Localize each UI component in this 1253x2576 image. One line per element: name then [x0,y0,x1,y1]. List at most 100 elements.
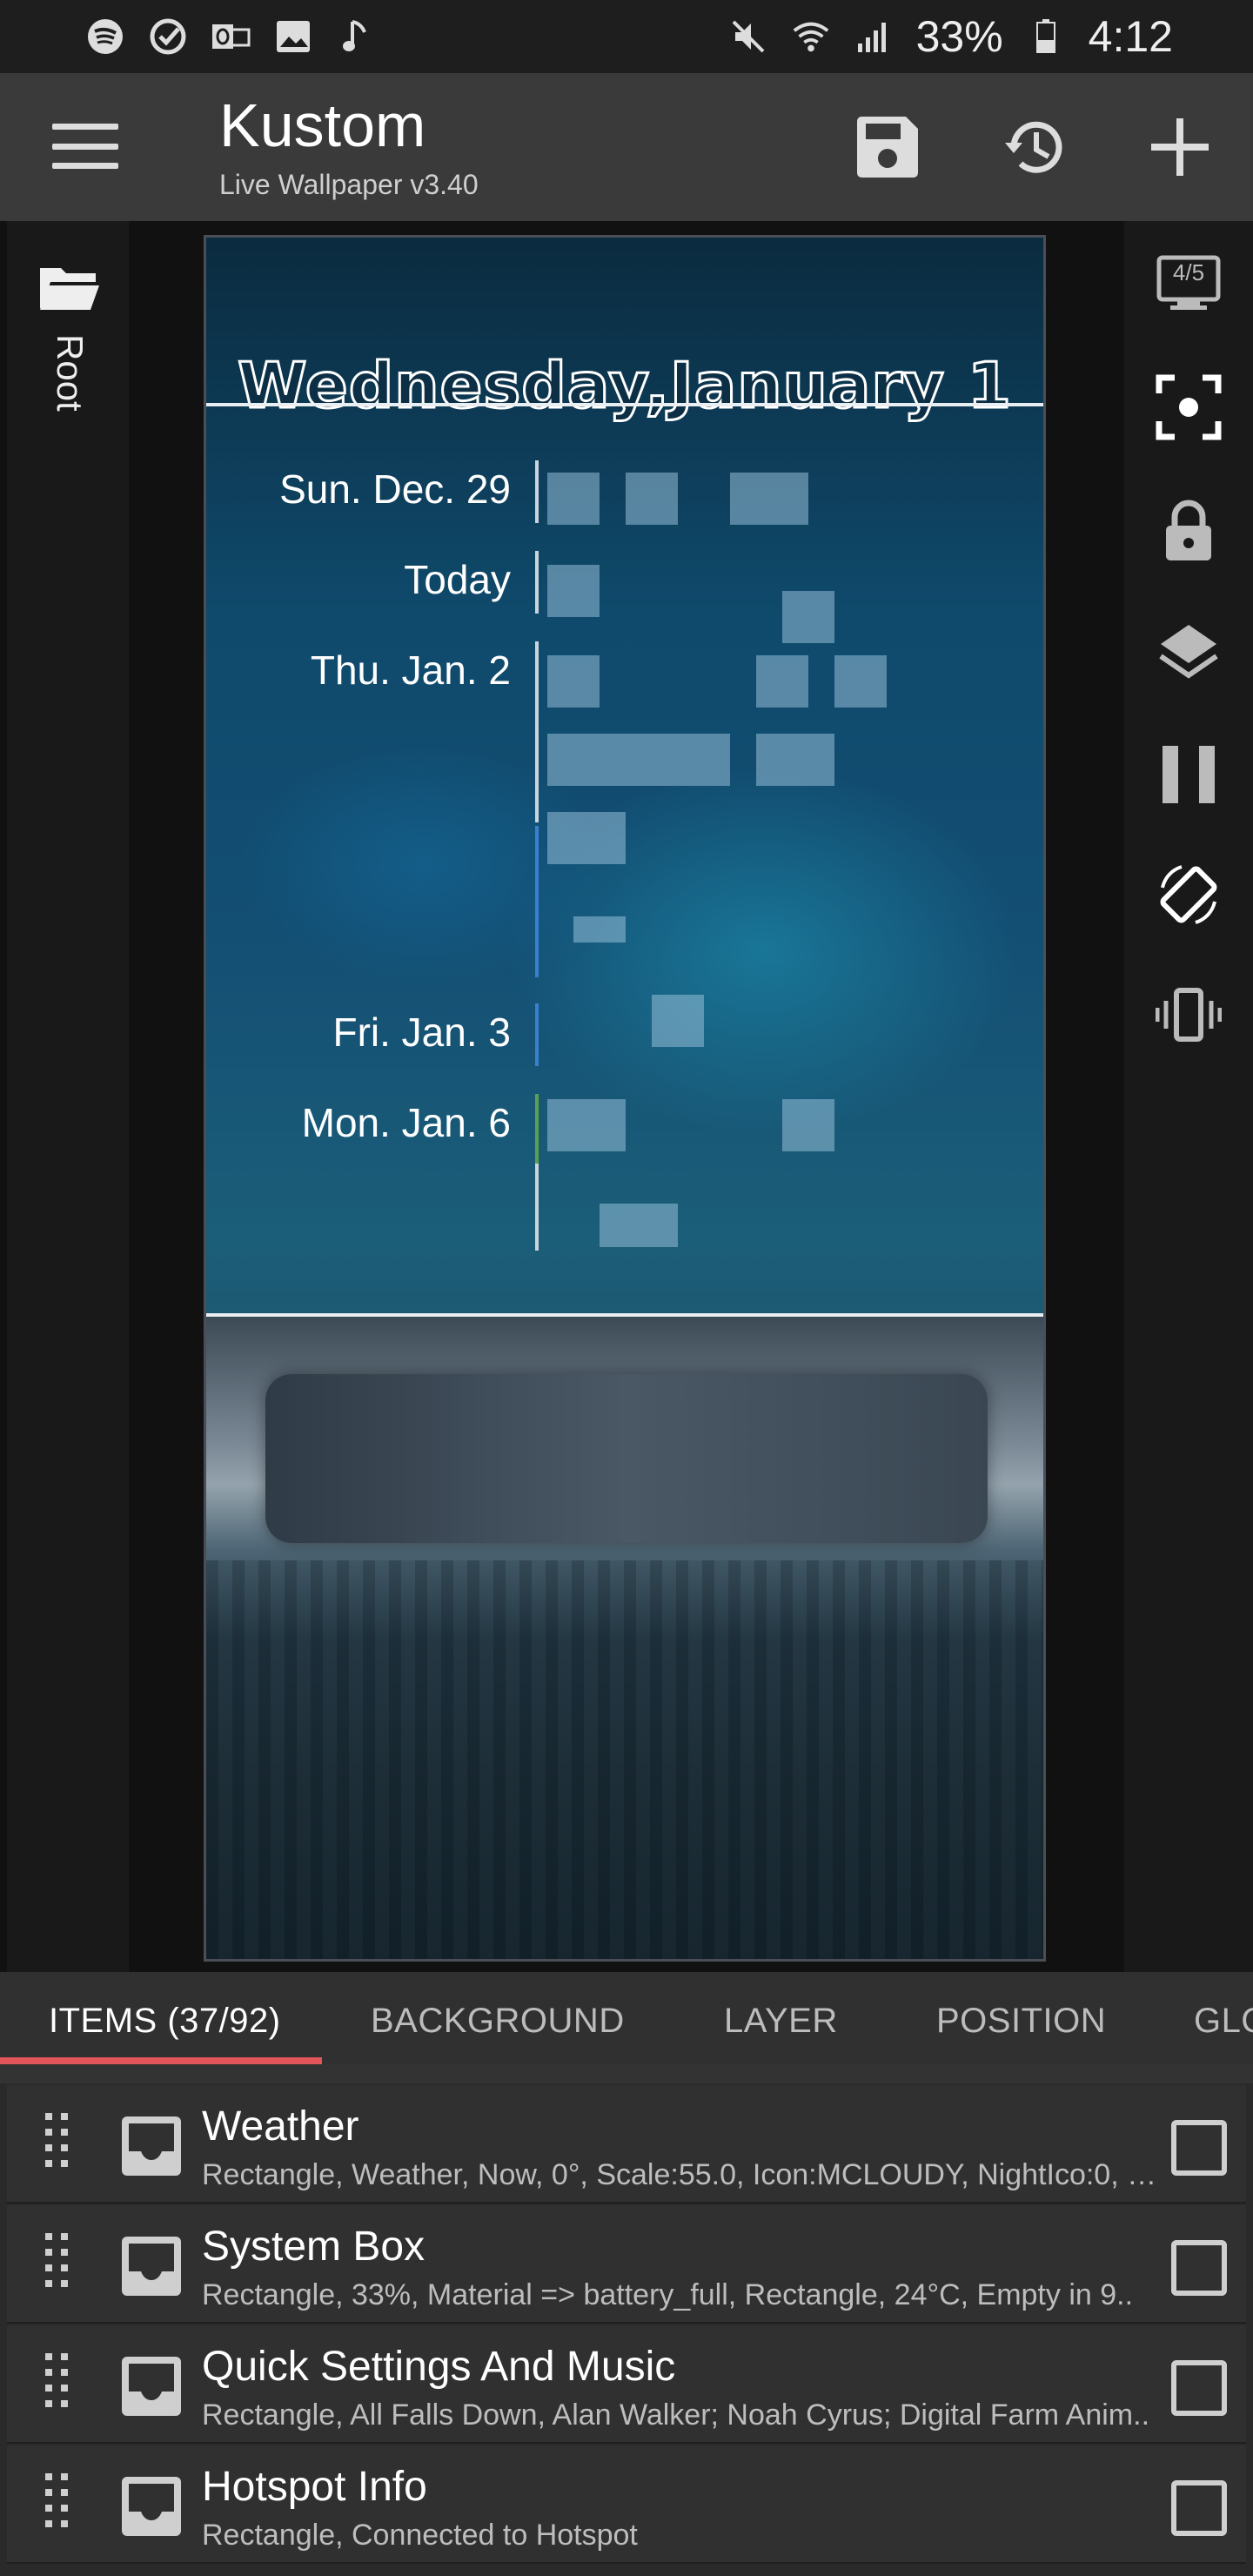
calendar-day-label: Fri. Jan. 3 [332,1010,511,1055]
event-bar [535,641,539,822]
focus-button[interactable] [1154,372,1223,442]
drag-handle-icon[interactable] [42,2472,77,2538]
item-title: System Box [202,2224,425,2270]
event-bar [535,1094,539,1164]
menu-bar [52,124,118,130]
redacted-event-text [547,734,730,786]
redacted-event-text [756,734,834,786]
app-root: 33% 4:12 Kustom Live Wallpaper v3.40 Roo… [0,0,1253,2576]
drag-handle-icon[interactable] [42,2231,77,2298]
menu-bar [52,143,118,150]
drag-handle-icon[interactable] [42,2111,77,2177]
overlap-group-icon [122,2116,181,2176]
event-bar [535,551,539,614]
item-checkbox[interactable] [1171,2240,1227,2296]
redacted-event-text [547,473,600,525]
app-title: Kustom [219,91,426,159]
list-item[interactable]: Quick Settings And Music Rectangle, All … [7,2325,1246,2444]
wallpaper-preview[interactable]: Wednesday,January 1 Sun. Dec. 29 Today T… [204,235,1046,1962]
list-scroll-edge [0,2064,1253,2083]
redacted-event-text [756,655,808,708]
menu-button[interactable] [52,120,118,172]
redacted-event-text [547,1099,626,1151]
lock-button[interactable] [1154,496,1223,566]
tab-globals[interactable]: GLOBALS [1194,2002,1253,2041]
list-item[interactable]: Hotspot Info Rectangle, Connected to Hot… [7,2445,1246,2564]
check-circle-icon [148,17,188,57]
wifi-icon [791,17,831,57]
date-heading: Wednesday,January 1 [237,348,1013,424]
spotify-icon [85,17,125,57]
event-bar [535,1003,539,1066]
menu-bar [52,163,118,169]
screen-indicator-button[interactable]: 4/5 [1154,249,1223,319]
screen-badge: 4/5 [1172,259,1205,285]
redacted-event-text [626,473,678,525]
rotate-icon [1160,865,1217,924]
item-subtitle: Rectangle, Weather, Now, 0°, Scale:55.0,… [202,2158,1159,2191]
editor-workspace: Root Wednesday,January 1 Sun. Dec. 29 To… [0,221,1253,1972]
redacted-event-text [547,812,626,864]
root-rail[interactable]: Root [7,221,129,1972]
app-subtitle: Live Wallpaper v3.40 [219,169,479,200]
focus-icon [1156,374,1222,440]
event-bar [535,826,539,977]
tab-items[interactable]: ITEMS (37/92) [49,2002,281,2041]
redacted-event-text [600,1204,678,1247]
root-label: Root [50,334,90,412]
items-list: Weather Rectangle, Weather, Now, 0°, Sca… [0,2064,1253,2576]
tab-background[interactable]: BACKGROUND [371,2002,625,2041]
clock: 4:12 [1088,12,1173,61]
status-right-icons: 33% 4:12 [728,11,1173,62]
battery-percent: 33% [915,12,1003,61]
layers-button[interactable] [1154,618,1223,688]
item-subtitle: Rectangle, All Falls Down, Alan Walker; … [202,2398,1150,2432]
item-checkbox[interactable] [1171,2120,1227,2176]
outlook-icon [211,17,251,57]
lock-icon [1166,500,1211,560]
overlap-group-icon [122,2477,181,2536]
tab-position[interactable]: POSITION [936,2002,1106,2041]
music-note-icon [336,17,376,57]
redacted-event-text [652,995,704,1047]
vibrate-button[interactable] [1154,980,1223,1050]
status-left-icons [85,17,376,57]
item-title: Hotspot Info [202,2464,427,2510]
forest-background [206,1560,1043,1959]
folder-icon [40,268,99,310]
pause-icon [1163,746,1215,803]
mute-icon [728,17,768,57]
drag-handle-icon[interactable] [42,2351,77,2418]
redacted-event-text [547,565,600,617]
calendar-day-label: Mon. Jan. 6 [301,1100,511,1145]
add-icon [1151,118,1209,176]
status-bar: 33% 4:12 [0,0,1253,73]
overlap-group-icon [122,2237,181,2296]
redacted-event-text [547,655,600,708]
item-subtitle: Rectangle, 33%, Material => battery_full… [202,2278,1134,2311]
item-subtitle: Rectangle, Connected to Hotspot [202,2519,638,2552]
heading-divider [206,403,1043,406]
tab-layer[interactable]: LAYER [724,2002,838,2041]
save-icon [857,117,918,178]
redacted-event-text [573,916,626,943]
rotate-button[interactable] [1154,860,1223,929]
save-button[interactable] [848,108,927,186]
pause-button[interactable] [1154,740,1223,809]
layers-icon [1159,625,1218,679]
list-item[interactable]: Weather Rectangle, Weather, Now, 0°, Sca… [7,2085,1246,2204]
item-title: Weather [202,2103,359,2150]
history-button[interactable] [996,108,1075,186]
add-button[interactable] [1141,108,1219,186]
item-checkbox[interactable] [1171,2480,1227,2536]
redacted-event-text [782,1099,834,1151]
signal-icon [854,17,894,57]
calendar-day-label: Sun. Dec. 29 [279,466,511,512]
event-bar [535,1164,539,1251]
calendar-bottom-divider [206,1313,1043,1317]
redacted-event-text [834,655,887,708]
item-checkbox[interactable] [1171,2360,1227,2416]
redacted-event-text [782,591,834,643]
app-bar: Kustom Live Wallpaper v3.40 [0,73,1253,221]
list-item[interactable]: System Box Rectangle, 33%, Material => b… [7,2205,1246,2324]
